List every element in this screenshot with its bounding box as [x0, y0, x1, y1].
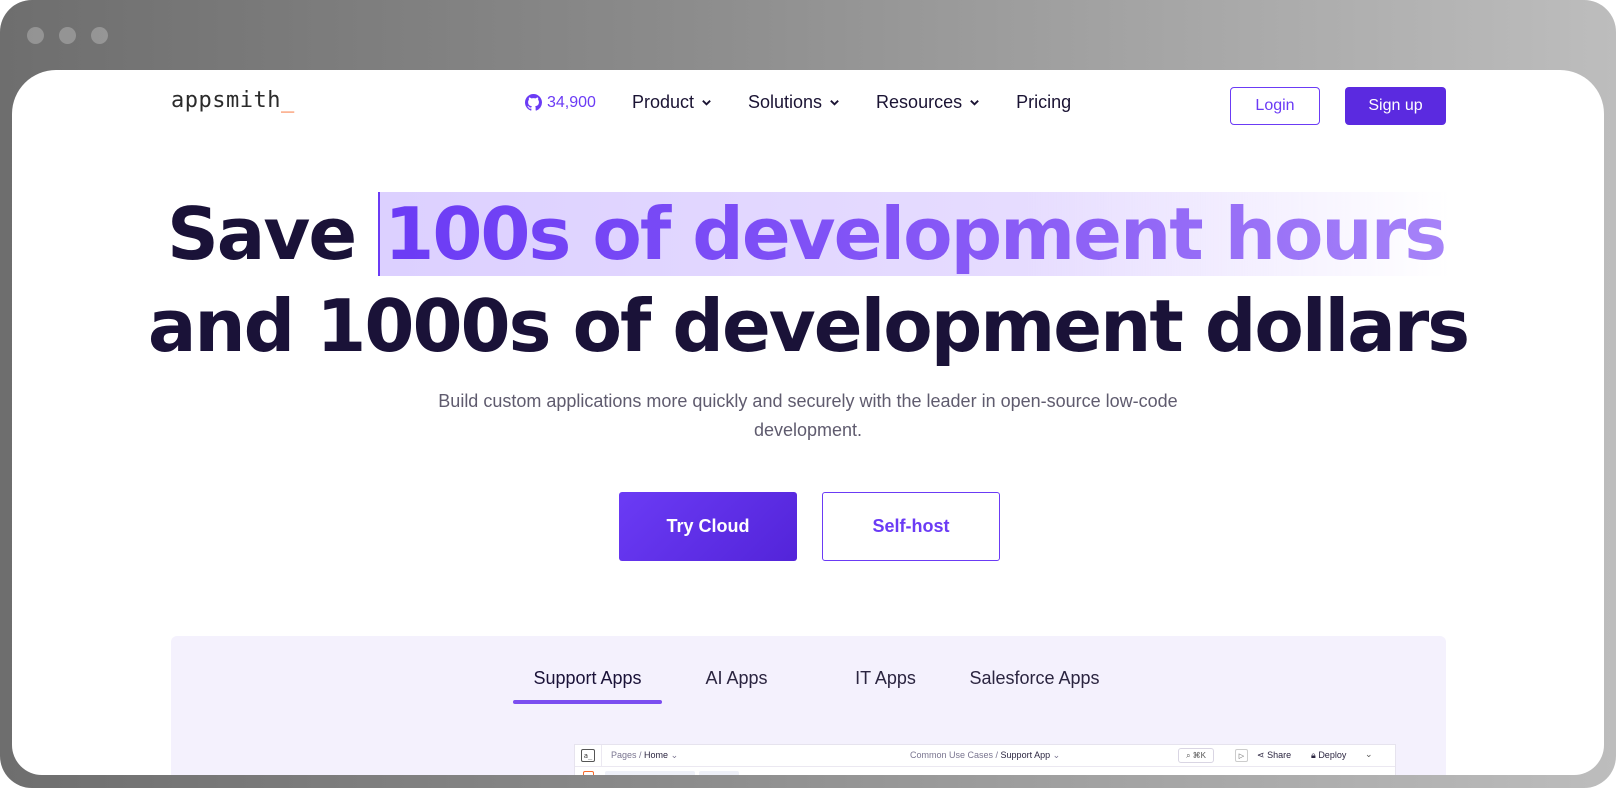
- preview-pages-current: Home: [644, 750, 669, 760]
- try-cloud-button[interactable]: Try Cloud: [619, 492, 797, 561]
- preview-search: ⌕ ⌘K: [1178, 748, 1214, 763]
- preview-search-hint: ⌘K: [1192, 751, 1206, 760]
- nav-pricing-label: Pricing: [1016, 92, 1072, 112]
- github-stars-count: 34,900: [547, 93, 596, 111]
- preview-pages-selector: Pages / Home ⌄: [611, 750, 678, 761]
- lock-icon: 🔒︎: [1311, 750, 1316, 760]
- headline-prefix: Save: [166, 192, 379, 276]
- chevron-down-icon: [830, 100, 839, 106]
- nav-product-label: Product: [631, 92, 694, 112]
- page-viewport: appsmith_ 34,900 Product Solutions Resou…: [12, 70, 1604, 775]
- tab-it-apps[interactable]: IT Apps: [811, 658, 960, 698]
- hero-headline-line2: and 1000s of development dollars: [147, 284, 1470, 368]
- preview-share: ⋖ Share: [1257, 750, 1291, 761]
- app-editor-preview: a_ Pages / Home ⌄ Common Use Cases / Sup…: [574, 744, 1396, 775]
- chevron-down-icon: ⌄: [1365, 749, 1373, 759]
- hero-subtitle: Build custom applications more quickly a…: [438, 391, 1178, 440]
- preview-toolbar: a_ Pages / Home ⌄ Common Use Cases / Sup…: [575, 745, 1395, 767]
- preview-logo: a_: [581, 749, 595, 762]
- github-stars-link[interactable]: 34,900: [525, 94, 596, 112]
- headline-highlight-text: 100s of development hours: [384, 192, 1447, 276]
- preview-placeholder-bar: [699, 771, 739, 775]
- signup-button[interactable]: Sign up: [1345, 87, 1446, 125]
- share-icon: ⋖: [1257, 750, 1265, 760]
- chevron-down-icon: ⌄: [1052, 750, 1061, 760]
- nav-resources-label: Resources: [876, 92, 963, 112]
- github-icon: [525, 94, 542, 111]
- preview-canvas-row: [575, 768, 1395, 775]
- preview-crumb-app: Support App: [1000, 750, 1051, 760]
- preview-placeholder-bar: [605, 771, 695, 775]
- nav-pricing[interactable]: Pricing: [1016, 92, 1071, 113]
- logo-text: appsmith: [171, 88, 281, 113]
- self-host-button[interactable]: Self-host: [822, 492, 1000, 561]
- appsmith-logo[interactable]: appsmith_: [171, 88, 295, 113]
- nav-resources[interactable]: Resources: [876, 92, 980, 113]
- play-icon: ▷: [1235, 749, 1248, 762]
- preview-share-label: Share: [1267, 750, 1292, 760]
- tab-salesforce-apps[interactable]: Salesforce Apps: [960, 658, 1109, 698]
- preview-breadcrumb: Common Use Cases / Support App ⌄: [910, 750, 1060, 761]
- preview-crumb-root: Common Use Cases /: [910, 750, 999, 760]
- widget-icon: [583, 771, 594, 775]
- preview-pages-label: Pages /: [611, 750, 642, 760]
- login-button[interactable]: Login: [1230, 87, 1320, 125]
- window-dot-minimize[interactable]: [59, 27, 76, 44]
- headline-highlight: 100s of development hours: [378, 192, 1450, 276]
- window-dot-close[interactable]: [27, 27, 44, 44]
- preview-deploy-label: Deploy: [1318, 750, 1347, 760]
- hero-headline-line1: Save 100s of development hours: [12, 186, 1604, 282]
- preview-divider: [601, 745, 602, 767]
- top-nav: appsmith_ 34,900 Product Solutions Resou…: [12, 70, 1604, 140]
- logo-cursor: _: [280, 88, 295, 113]
- chevron-down-icon: [970, 100, 979, 106]
- nav-product[interactable]: Product: [632, 92, 712, 113]
- browser-window: appsmith_ 34,900 Product Solutions Resou…: [0, 0, 1616, 788]
- chevron-down-icon: ⌄: [670, 750, 679, 760]
- window-controls: [27, 27, 108, 44]
- nav-menu: 34,900 Product Solutions Resources Prici…: [525, 92, 1071, 113]
- tab-ai-apps[interactable]: AI Apps: [662, 658, 811, 698]
- use-case-tabs: Support Apps AI Apps IT Apps Salesforce …: [513, 658, 1109, 704]
- chevron-down-icon: [702, 100, 711, 106]
- window-dot-maximize[interactable]: [91, 27, 108, 44]
- preview-deploy: 🔒︎ Deploy: [1311, 750, 1346, 761]
- search-icon: ⌕: [1186, 750, 1191, 760]
- tab-support-apps[interactable]: Support Apps: [513, 658, 662, 704]
- nav-solutions[interactable]: Solutions: [748, 92, 840, 113]
- nav-solutions-label: Solutions: [747, 92, 823, 112]
